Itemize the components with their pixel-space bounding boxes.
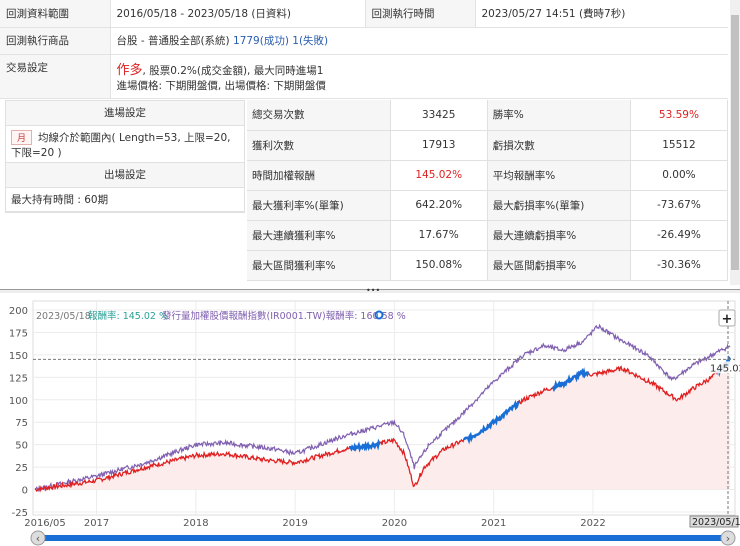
stat-label: 最大區間虧損率% xyxy=(487,250,631,281)
stats-row: 時間加權報酬 145.02% 平均報酬率% 0.00% xyxy=(247,160,729,191)
stats-row: 最大連續獲利率% 17.67% 最大連續虧損率% -26.49% xyxy=(247,220,729,251)
y-tick-label: 75 xyxy=(15,418,28,429)
stats-table: 總交易次數 33425 勝率% 53.59% 獲利次數 17913 虧損次數 15512 時間加… xyxy=(247,100,729,281)
y-tick-label: 125 xyxy=(9,373,28,384)
stat-label: 最大連續獲利率% xyxy=(247,220,391,251)
entry-rule-text: 均線介於範圍內( Length=53, 上限=20, 下限=20 ) xyxy=(11,132,231,159)
entry-rule: 月均線介於範圍內( Length=53, 上限=20, 下限=20 ) xyxy=(6,126,244,163)
exit-rule: 最大持有時間 : 60期 xyxy=(6,188,244,212)
backtest-info-table: 回測資料範圍 2016/05/18 - 2023/05/18 (日資料) 回測執行時… xyxy=(0,0,728,99)
product-value: 台股 - 普通股全部(系統) 1779(成功) 1(失敗) xyxy=(110,27,728,55)
stat-label: 總交易次數 xyxy=(247,100,391,131)
trade-detail: , 股票0.2%(成交金額), 最大同時進場1 xyxy=(142,65,324,77)
x-tick-label: 2019 xyxy=(282,518,307,529)
y-tick-label: 0 xyxy=(22,486,28,497)
x-tick-label: 2016/05 xyxy=(24,518,66,529)
stat-label: 勝率% xyxy=(487,100,631,131)
stat-value: 0.00% xyxy=(630,160,729,191)
legend-benchmark: 發行量加權股價報酬指數(IR0001.TW)報酬率: 160.58 % xyxy=(162,310,406,322)
chevron-icon: › xyxy=(726,532,730,545)
y-tick-label: 200 xyxy=(9,306,28,317)
trade-price: 進場價格: 下期開盤價, 出場價格: 下期開盤價 xyxy=(116,80,326,92)
stat-value: 17913 xyxy=(390,130,488,161)
stat-value: 15512 xyxy=(630,130,729,161)
frequency-tag: 月 xyxy=(11,130,33,145)
equity-chart[interactable]: 2001751501251007550250-252016/05 2017 2018… xyxy=(0,293,740,546)
stat-value: 642.20% xyxy=(390,190,488,221)
stat-value: -26.49% xyxy=(630,220,729,251)
y-tick-label: 50 xyxy=(15,441,28,452)
navigator-bar[interactable] xyxy=(33,535,733,541)
trade-value: 作多, 股票0.2%(成交金額), 最大同時進場1 進場價格: 下期開盤價, 出場… xyxy=(110,54,728,99)
stat-label: 平均報酬率% xyxy=(487,160,631,191)
range-label: 回測資料範圍 xyxy=(0,0,111,28)
time-value: 2023/05/27 14:51 (費時7秒) xyxy=(475,0,728,28)
last-value-label: 145.02 xyxy=(710,363,740,374)
vertical-scrollbar[interactable] xyxy=(730,0,740,285)
stat-value: 53.59% xyxy=(630,100,729,131)
stats-row: 最大獲利率%(單筆) 642.20% 最大虧損率%(單筆) -73.67% xyxy=(247,190,729,221)
stat-label: 虧損次數 xyxy=(487,130,631,161)
legend-date: 2023/05/18 xyxy=(36,311,91,322)
product-success-link[interactable]: 1779(成功) xyxy=(233,35,289,47)
range-value: 2016/05/18 - 2023/05/18 (日資料) xyxy=(110,0,365,28)
y-tick-label: 100 xyxy=(9,396,28,407)
product-name: 台股 - 普通股全部(系統) xyxy=(116,35,230,47)
stat-label: 最大連續虧損率% xyxy=(487,220,631,251)
stats-row: 最大區間獲利率% 150.08% 最大區間虧損率% -30.36% xyxy=(247,250,729,281)
stat-label: 最大虧損率%(單筆) xyxy=(487,190,631,221)
stats-row: 獲利次數 17913 虧損次數 15512 xyxy=(247,130,729,161)
product-label: 回測執行商品 xyxy=(0,27,111,55)
trade-direction: 作多 xyxy=(116,63,143,78)
time-label: 回測執行時間 xyxy=(364,0,476,28)
stat-value: 145.02% xyxy=(390,160,488,191)
exit-header: 出場設定 xyxy=(6,163,244,188)
stat-value: -73.67% xyxy=(630,190,729,221)
zoom-plus-icon: + xyxy=(722,312,733,327)
stat-label: 最大區間獲利率% xyxy=(247,250,391,281)
y-tick-label: 150 xyxy=(9,351,28,362)
stat-label: 時間加權報酬 xyxy=(247,160,391,191)
chevron-icon: ‹ xyxy=(36,532,40,545)
stat-value: 150.08% xyxy=(390,250,488,281)
stat-label: 獲利次數 xyxy=(247,130,391,161)
stat-value: 17.67% xyxy=(390,220,488,251)
x-tick-label: 2020 xyxy=(382,518,407,529)
x-tick-label: 2017 xyxy=(84,518,109,529)
stats-row: 總交易次數 33425 勝率% 53.59% xyxy=(247,100,729,131)
scrollbar-thumb[interactable] xyxy=(731,15,739,270)
stat-label: 最大獲利率%(單筆) xyxy=(247,190,391,221)
legend-strategy: 報酬率: 145.02 % xyxy=(88,310,168,322)
x-tick-label: 2021 xyxy=(481,518,506,529)
settings-panel: 進場設定 月均線介於範圍內( Length=53, 上限=20, 下限=20 )… xyxy=(5,100,245,213)
x-tick-label: 2022 xyxy=(580,518,605,529)
trade-label: 交易設定 xyxy=(0,54,111,99)
y-tick-label: 175 xyxy=(9,328,28,339)
cursor-date-label: 2023/05/18 xyxy=(692,517,740,528)
stat-value: -30.36% xyxy=(630,250,729,281)
x-tick-label: 2018 xyxy=(183,518,208,529)
product-fail-link[interactable]: 1(失敗) xyxy=(292,35,328,47)
stat-value: 33425 xyxy=(390,100,488,131)
entry-header: 進場設定 xyxy=(6,101,244,126)
y-tick-label: 25 xyxy=(15,463,28,474)
